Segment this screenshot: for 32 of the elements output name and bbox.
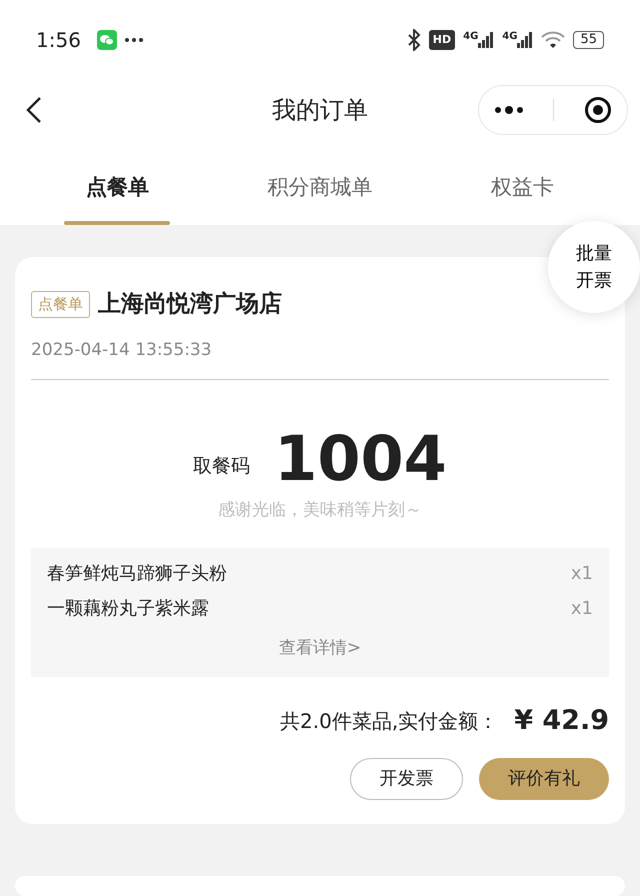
- status-time: 1:56: [36, 27, 81, 54]
- tab[interactable]: 积分商城单: [218, 140, 422, 225]
- wifi-icon: [541, 31, 566, 49]
- item-name: 春笋鲜炖马蹄狮子头粉: [47, 562, 227, 586]
- order-type-tag: 点餐单: [31, 291, 90, 318]
- back-icon[interactable]: [26, 96, 42, 124]
- battery-indicator: 55: [573, 31, 604, 49]
- thanks-message: 感谢光临，美味稍等片刻～: [217, 499, 423, 522]
- item-quantity: x1: [570, 596, 593, 620]
- close-target-icon[interactable]: [584, 96, 612, 124]
- review-button[interactable]: 评价有礼: [479, 758, 609, 800]
- order-datetime: 2025-04-14 13:55:33: [31, 338, 213, 362]
- total-amount: ¥ 42.9: [514, 704, 609, 738]
- chat-app-icon: [96, 30, 117, 50]
- pickup-code: 1004: [274, 428, 447, 490]
- invoice-button[interactable]: 开发票: [350, 758, 463, 800]
- bluetooth-icon: [406, 29, 421, 51]
- tab[interactable]: 点餐单: [16, 140, 219, 225]
- signal-icon: [517, 32, 534, 48]
- signal-icon: [478, 32, 494, 48]
- pickup-label: 取餐码: [193, 454, 250, 479]
- store-name: 上海尚悦湾广场店: [98, 290, 282, 319]
- hd-badge: HD: [428, 30, 456, 50]
- page-title: 我的订单: [272, 95, 368, 126]
- more-icon[interactable]: [494, 106, 524, 114]
- network-label: 4G: [463, 32, 478, 42]
- batch-invoice-button[interactable]: 批量 开票: [548, 221, 640, 313]
- order-summary: 共2.0件菜品,实付金额：: [280, 708, 498, 736]
- more-icon: [124, 38, 143, 42]
- item-name: 一颗藕粉丸子紫米露: [47, 596, 209, 620]
- network-label: 4G: [502, 32, 518, 42]
- item-quantity: x1: [570, 562, 593, 586]
